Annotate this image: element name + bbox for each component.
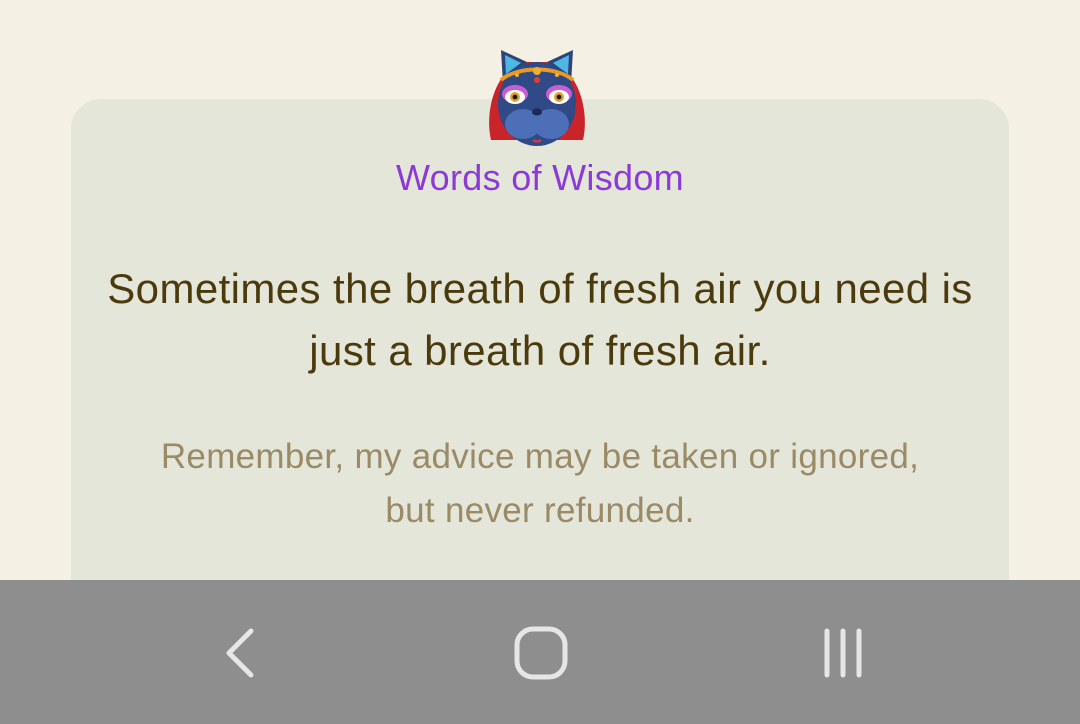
home-button[interactable]	[496, 608, 586, 698]
back-button[interactable]	[192, 608, 282, 698]
wisdom-quote: Sometimes the breath of fresh air you ne…	[107, 265, 973, 374]
home-icon	[514, 626, 568, 680]
recents-button[interactable]	[798, 608, 888, 698]
disclaimer-text: Remember, my advice may be taken or igno…	[160, 437, 920, 530]
app-screen: Words of Wisdom Sometimes the breath of …	[0, 0, 1080, 724]
system-navigation-bar	[0, 580, 1080, 724]
cat-fortune-teller-icon	[481, 44, 593, 150]
recents-icon	[824, 628, 862, 678]
card-title: Words of Wisdom	[396, 157, 684, 198]
back-chevron-icon	[226, 628, 254, 678]
